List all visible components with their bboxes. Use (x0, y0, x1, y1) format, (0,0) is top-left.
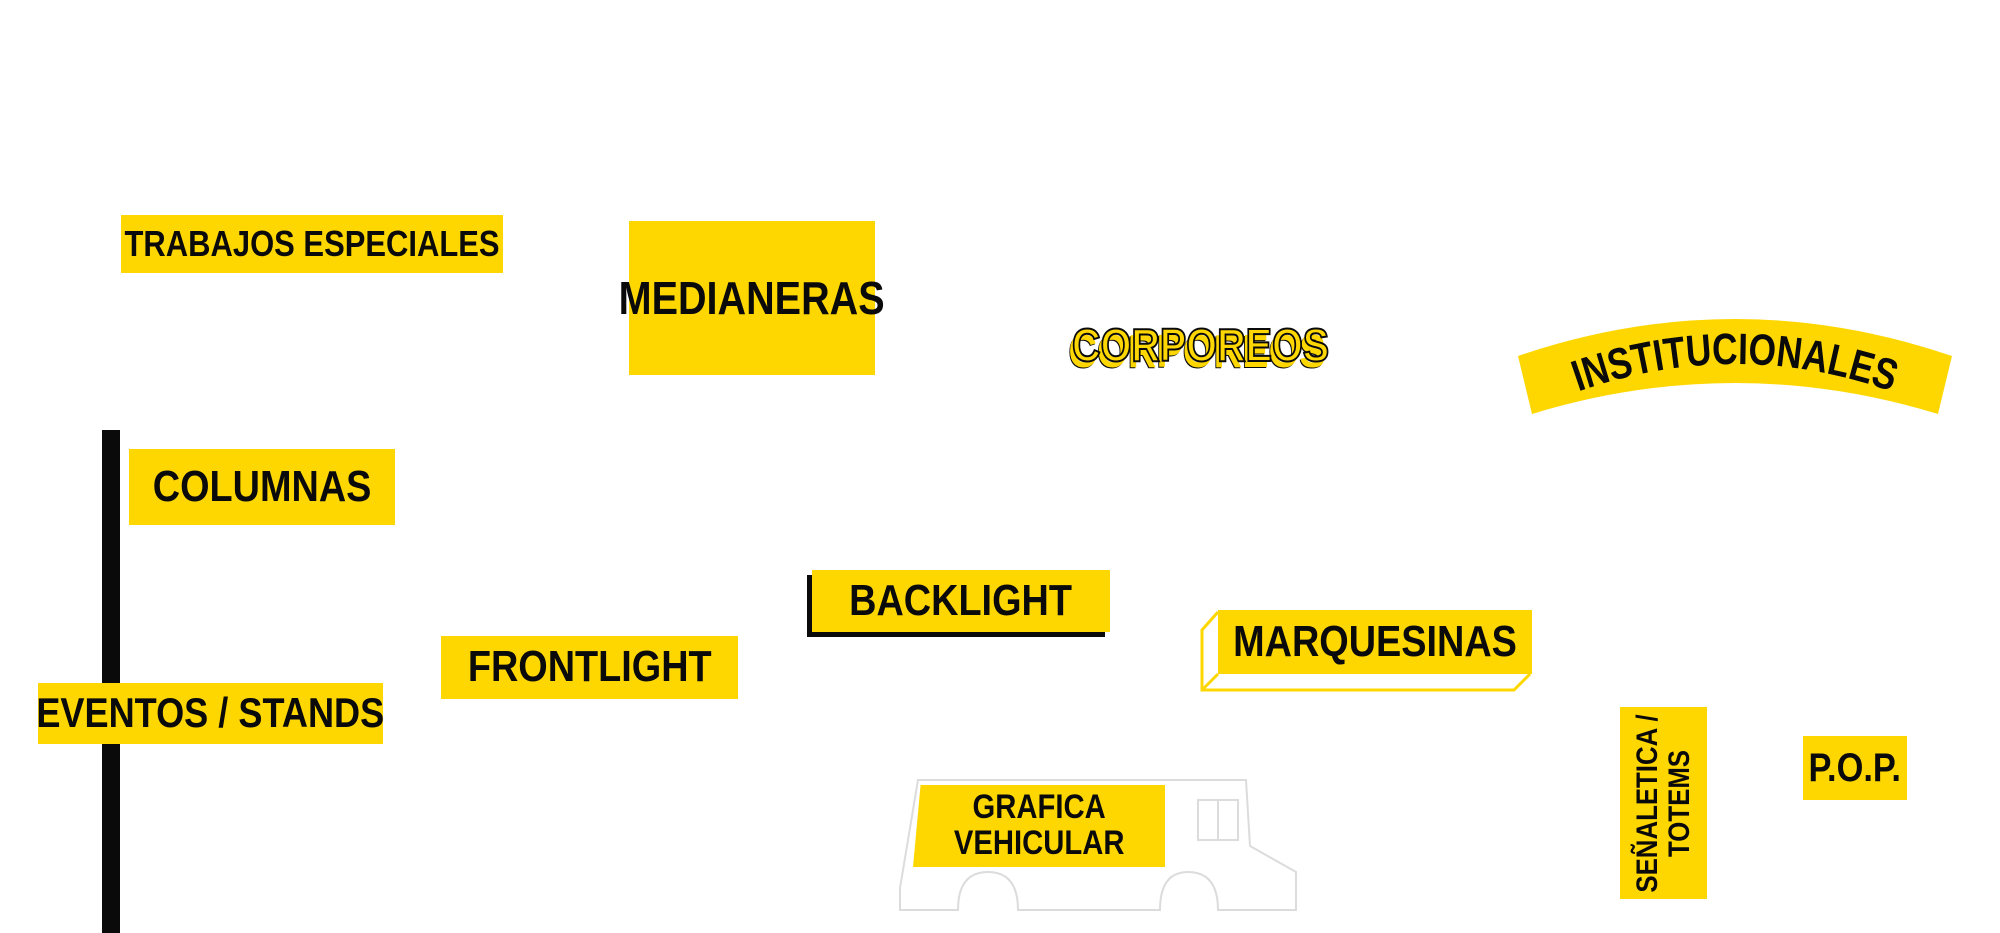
category-eventos-stands[interactable]: EVENTOS / STANDS (36, 683, 385, 744)
timeline-bar (102, 430, 120, 933)
category-corporeos[interactable]: CORPOREOS (1071, 321, 1330, 374)
category-label: BACKLIGHT (849, 575, 1073, 625)
category-label: EVENTOS / STANDS (36, 689, 385, 737)
category-medianeras[interactable]: MEDIANERAS (619, 221, 885, 375)
category-label-line1: SEÑALETICA / (1631, 713, 1665, 893)
category-label: SEÑALETICA / TOTEMS (1631, 699, 1696, 906)
category-label: CORPOREOS (1071, 319, 1330, 371)
category-label: FRONTLIGHT (467, 642, 712, 692)
category-label-line2: TOTEMS (1662, 749, 1696, 857)
category-label: GRAFICA VEHICULAR (953, 788, 1125, 862)
category-senaletica-totems[interactable]: SEÑALETICA / TOTEMS (1620, 707, 1707, 899)
marquesinas-face: MARQUESINAS (1218, 610, 1532, 674)
category-label: P.O.P. (1808, 746, 1902, 790)
category-pop[interactable]: P.O.P. (1803, 736, 1907, 800)
category-institucionales[interactable]: INSTITUCIONALES (1518, 318, 1952, 424)
category-backlight[interactable]: BACKLIGHT (812, 570, 1110, 632)
category-label-line1: GRAFICA (972, 788, 1106, 827)
category-label: TRABAJOS ESPECIALES (124, 223, 500, 265)
category-grafica-vehicular[interactable]: GRAFICA VEHICULAR (913, 785, 1165, 867)
category-columnas[interactable]: COLUMNAS (129, 449, 395, 525)
category-trabajos-especiales[interactable]: TRABAJOS ESPECIALES (121, 215, 503, 273)
category-marquesinas[interactable]: MARQUESINAS (1200, 610, 1532, 692)
category-frontlight[interactable]: FRONTLIGHT (441, 636, 738, 699)
category-label-line2: VEHICULAR (953, 824, 1125, 862)
category-label: MEDIANERAS (619, 271, 885, 324)
category-label: MARQUESINAS (1233, 616, 1517, 666)
category-label: COLUMNAS (152, 461, 372, 511)
